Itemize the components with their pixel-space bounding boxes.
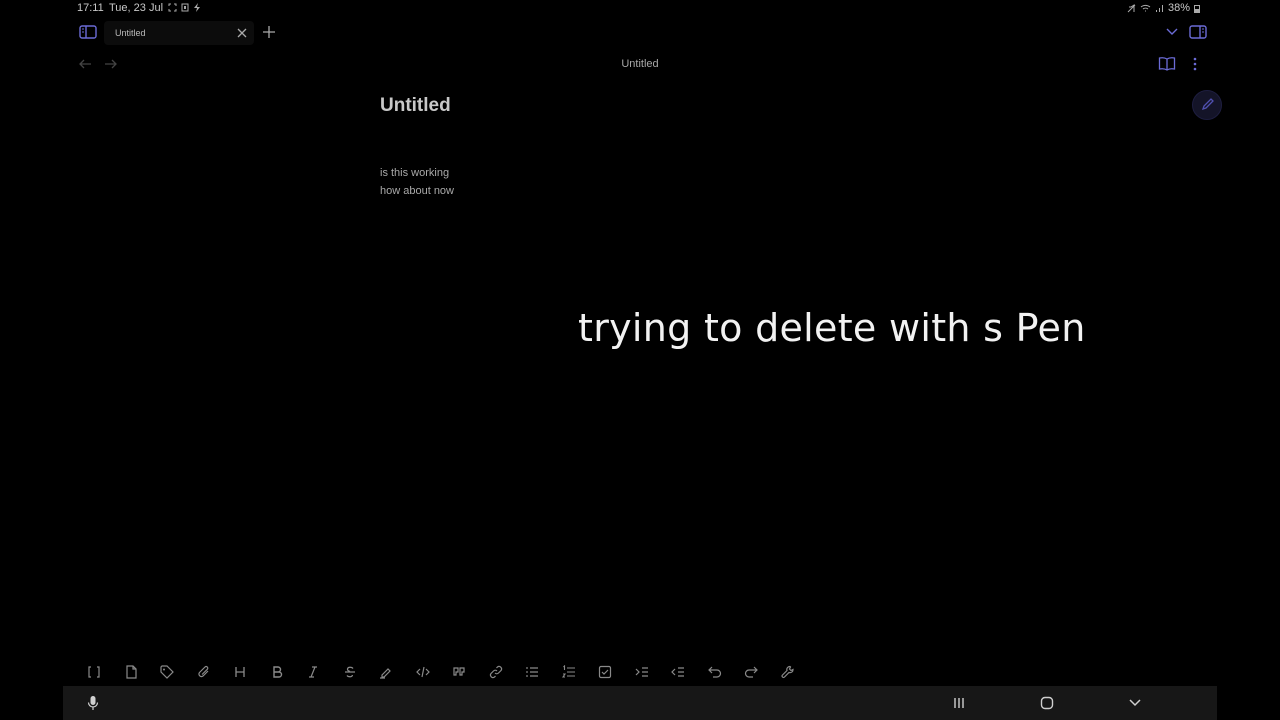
status-date: Tue, 23 Jul: [109, 2, 164, 14]
tab-untitled[interactable]: Untitled: [104, 21, 254, 45]
embed-file-button[interactable]: [113, 660, 150, 684]
system-navigation-bar: [63, 686, 1217, 720]
note-text-line[interactable]: how about now: [380, 185, 454, 197]
heading-icon: [235, 667, 245, 677]
link-button[interactable]: [478, 660, 515, 684]
chevron-down-icon: [1166, 28, 1178, 35]
brackets-icon: [88, 666, 100, 678]
tag-button[interactable]: [149, 660, 186, 684]
tab-list-button[interactable]: [1166, 27, 1178, 37]
video-caption: trying to delete with s Pen: [578, 306, 1086, 350]
hide-keyboard-button[interactable]: [1127, 697, 1143, 709]
right-sidebar-toggle[interactable]: [1189, 24, 1207, 40]
bullet-list-icon: [526, 667, 539, 677]
indent-icon: [635, 667, 648, 677]
redo-button[interactable]: [733, 660, 770, 684]
mobile-toolbar: [76, 660, 806, 684]
recents-button[interactable]: [951, 696, 967, 710]
more-options-button[interactable]: [1190, 56, 1200, 72]
new-tab-button[interactable]: [262, 25, 276, 39]
pen-action-button[interactable]: [1192, 90, 1222, 120]
italic-icon: [309, 666, 318, 678]
redo-icon: [745, 666, 759, 678]
bolt-icon: [194, 3, 200, 12]
wikilink-button[interactable]: [76, 660, 113, 684]
plus-icon: [263, 26, 275, 38]
mute-icon: [1127, 3, 1136, 12]
note-text-line[interactable]: is this working: [380, 167, 449, 179]
configure-toolbar-button[interactable]: [770, 660, 807, 684]
highlight-icon: [380, 668, 392, 679]
screenshot-icon: [168, 3, 177, 12]
file-icon: [126, 665, 137, 679]
status-right: 38%: [1127, 2, 1200, 14]
status-icons: [168, 3, 201, 12]
sidebar-icon: [79, 25, 97, 39]
status-time: 17:11: [77, 2, 104, 14]
checkbox-button[interactable]: [587, 660, 624, 684]
strikethrough-button[interactable]: [332, 660, 369, 684]
numbered-list-button[interactable]: [551, 660, 588, 684]
book-open-icon: [1158, 57, 1176, 71]
undo-icon: [707, 666, 721, 678]
italic-button[interactable]: [295, 660, 332, 684]
recents-icon: [954, 698, 964, 708]
pencil-icon: [1201, 98, 1214, 111]
bullet-list-button[interactable]: [514, 660, 551, 684]
chevron-down-icon: [1129, 699, 1141, 707]
close-icon: [237, 28, 247, 38]
voice-input-button[interactable]: [87, 695, 99, 711]
code-icon: [415, 666, 430, 678]
link-icon: [489, 665, 502, 679]
strikethrough-icon: [344, 666, 355, 678]
battery-icon: [1194, 4, 1200, 13]
sidebar-right-icon: [1189, 25, 1207, 39]
close-tab-button[interactable]: [236, 27, 248, 39]
battery-percent: 38%: [1167, 2, 1190, 14]
microphone-icon: [87, 696, 99, 710]
attach-button[interactable]: [186, 660, 223, 684]
outdent-icon: [671, 667, 685, 677]
wrench-icon: [781, 665, 794, 678]
numbered-list-icon: [561, 665, 575, 678]
undo-button[interactable]: [697, 660, 734, 684]
bold-button[interactable]: [259, 660, 296, 684]
home-icon: [1040, 696, 1054, 710]
reading-view-button[interactable]: [1158, 56, 1176, 72]
quote-button[interactable]: [441, 660, 478, 684]
bold-icon: [273, 666, 282, 678]
left-sidebar-toggle[interactable]: [79, 24, 97, 40]
note-title[interactable]: Untitled: [380, 95, 451, 117]
checkbox-icon: [599, 665, 612, 679]
paperclip-icon: [198, 665, 209, 678]
tab-label: Untitled: [115, 28, 146, 38]
highlight-button[interactable]: [368, 660, 405, 684]
home-button[interactable]: [1039, 696, 1055, 710]
indent-button[interactable]: [624, 660, 661, 684]
view-header-title[interactable]: Untitled: [0, 58, 1280, 70]
quote-icon: [453, 667, 465, 676]
sim-icon: [181, 3, 189, 12]
tag-icon: [160, 665, 175, 679]
signal-icon: [1155, 4, 1163, 12]
heading-button[interactable]: [222, 660, 259, 684]
outdent-button[interactable]: [660, 660, 697, 684]
wifi-icon: [1140, 4, 1151, 11]
code-button[interactable]: [405, 660, 442, 684]
more-vertical-icon: [1193, 57, 1197, 71]
